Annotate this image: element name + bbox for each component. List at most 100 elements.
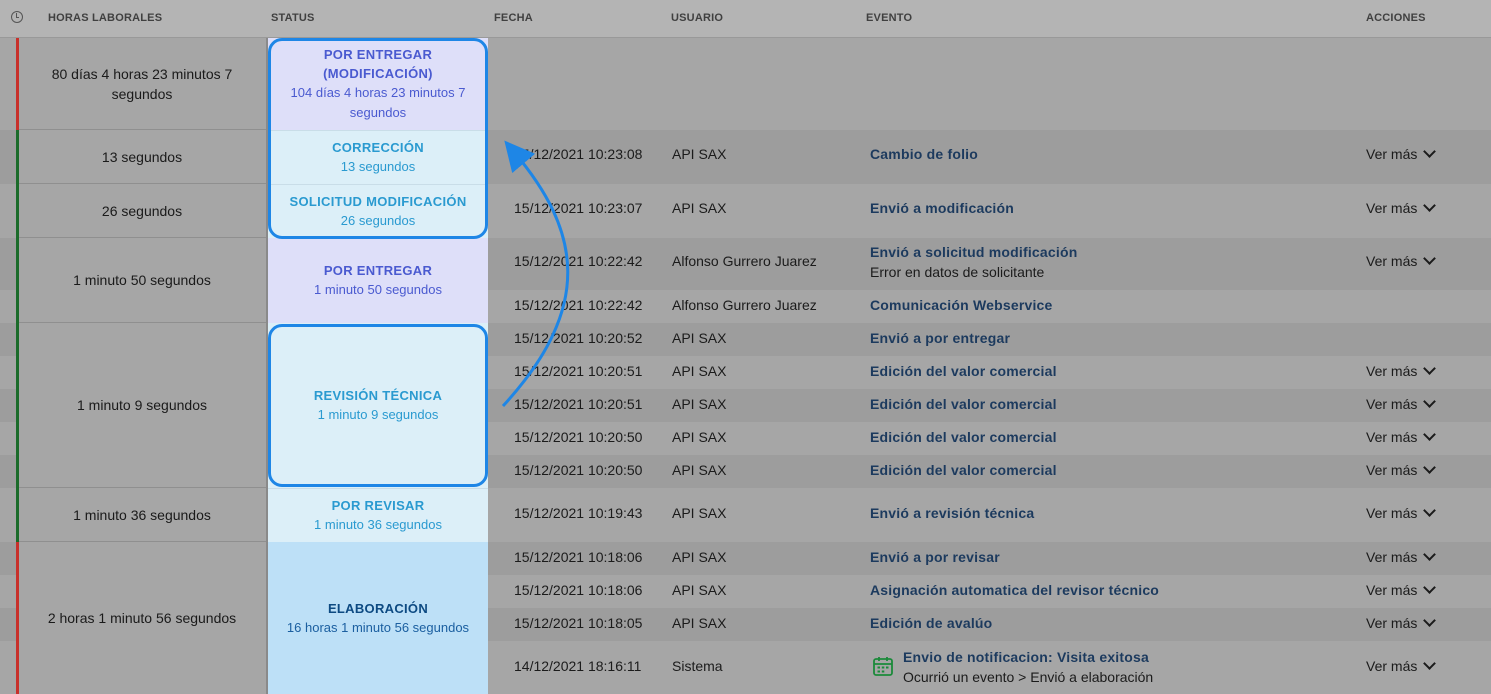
chevron-down-icon	[1423, 548, 1437, 561]
status-cell[interactable]: POR ENTREGAR 1 minuto 50 segundos	[268, 238, 488, 323]
event-date: 14/12/2021 18:16:11	[514, 658, 642, 674]
event-user: API SAX	[672, 582, 727, 598]
event-date: 15/12/2021 10:19:43	[514, 505, 643, 521]
ver-mas-button[interactable]: Ver más	[1366, 657, 1437, 674]
ver-mas-button[interactable]: Ver más	[1366, 252, 1437, 269]
event-date: 15/12/2021 10:20:51	[514, 396, 643, 412]
ver-mas-button[interactable]: Ver más	[1366, 548, 1437, 565]
event-date: 15/12/2021 10:22:42	[514, 297, 643, 313]
status-cell[interactable]: SOLICITUD MODIFICACIÓN 26 segundos	[268, 184, 488, 238]
status-title: ELABORACIÓN	[327, 600, 429, 616]
chevron-down-icon	[1423, 199, 1437, 212]
event-title: Comunicación Webservice	[870, 297, 1053, 313]
status-duration: 104 días 4 horas 23 minutos 7 segundos	[290, 85, 466, 120]
event-date: 15/12/2021 10:23:07	[514, 200, 643, 216]
event-user: API SAX	[672, 396, 727, 412]
header-status[interactable]: STATUS	[271, 12, 315, 24]
chevron-down-icon	[1423, 504, 1437, 517]
event-user: Alfonso Gurrero Juarez	[672, 253, 817, 269]
ver-mas-button[interactable]: Ver más	[1366, 581, 1437, 598]
hours-text: 2 horas 1 minuto 56 segundos	[47, 610, 237, 626]
event-user: API SAX	[672, 146, 727, 162]
status-bar-green	[16, 238, 19, 323]
event-title: Envió a por entregar	[870, 330, 1011, 346]
status-cell[interactable]: POR REVISAR 1 minuto 36 segundos	[268, 488, 488, 542]
event-user: API SAX	[672, 429, 727, 445]
ver-mas-button[interactable]: Ver más	[1366, 504, 1437, 521]
chevron-down-icon	[1423, 252, 1437, 265]
calendar-icon	[873, 657, 893, 676]
event-date: 15/12/2021 10:22:42	[514, 253, 643, 269]
status-duration: 1 minuto 50 segundos	[314, 282, 442, 297]
event-title: Envió a revisión técnica	[870, 505, 1035, 521]
hours-cell: 1 minuto 50 segundos	[17, 238, 267, 323]
status-cell[interactable]: POR ENTREGAR (MODIFICACIÓN) 104 días 4 h…	[268, 38, 488, 130]
status-bar-green	[16, 130, 19, 184]
status-title: POR ENTREGAR (MODIFICACIÓN)	[323, 47, 433, 81]
status-duration: 26 segundos	[340, 213, 416, 228]
ver-mas-label: Ver más	[1366, 462, 1418, 478]
ver-mas-button[interactable]: Ver más	[1366, 461, 1437, 478]
status-cell[interactable]: REVISIÓN TÉCNICA 1 minuto 9 segundos	[268, 323, 488, 488]
header-usuario[interactable]: USUARIO	[671, 12, 723, 24]
ver-mas-label: Ver más	[1366, 658, 1418, 674]
header-evento[interactable]: EVENTO	[866, 12, 912, 24]
header-acciones[interactable]: ACCIONES	[1366, 12, 1426, 24]
status-duration: 1 minuto 9 segundos	[317, 407, 439, 422]
status-bar-red	[16, 38, 19, 130]
event-date: 15/12/2021 10:20:50	[514, 462, 643, 478]
ver-mas-label: Ver más	[1366, 549, 1418, 565]
event-user: API SAX	[672, 549, 727, 565]
chevron-down-icon	[1423, 362, 1437, 375]
hours-cell: 1 minuto 9 segundos	[17, 323, 267, 488]
ver-mas-label: Ver más	[1366, 146, 1418, 162]
status-title: CORRECCIÓN	[332, 140, 424, 155]
header-horas-laborales[interactable]: HORAS LABORALES	[48, 12, 162, 24]
status-bar-green	[16, 323, 19, 488]
ver-mas-button[interactable]: Ver más	[1366, 428, 1437, 445]
event-date: 15/12/2021 10:23:08	[514, 146, 643, 162]
event-user: API SAX	[672, 462, 727, 478]
header-fecha[interactable]: FECHA	[494, 12, 533, 24]
chevron-down-icon	[1423, 428, 1437, 441]
status-bar-red	[16, 542, 19, 694]
event-title: Edición del valor comercial	[870, 363, 1057, 379]
table-header: HORAS LABORALES STATUS FECHA USUARIO EVE…	[0, 0, 1491, 38]
ver-mas-label: Ver más	[1366, 363, 1418, 379]
status-title: POR ENTREGAR	[323, 263, 433, 278]
event-user: API SAX	[672, 363, 727, 379]
ver-mas-button[interactable]: Ver más	[1366, 614, 1437, 631]
ver-mas-button[interactable]: Ver más	[1366, 362, 1437, 379]
hours-cell: 80 días 4 horas 23 minutos 7 segundos	[17, 38, 267, 130]
hours-cell: 1 minuto 36 segundos	[17, 488, 267, 542]
event-user: API SAX	[672, 615, 727, 631]
event-title: Edición del valor comercial	[870, 429, 1057, 445]
status-cell[interactable]: CORRECCIÓN 13 segundos	[268, 130, 488, 184]
chevron-down-icon	[1423, 461, 1437, 474]
ver-mas-button[interactable]: Ver más	[1366, 199, 1437, 216]
chevron-down-icon	[1423, 395, 1437, 408]
ver-mas-label: Ver más	[1366, 429, 1418, 445]
event-date: 15/12/2021 10:20:52	[514, 330, 643, 346]
event-date: 15/12/2021 10:18:05	[514, 615, 643, 631]
status-cell[interactable]: ELABORACIÓN 16 horas 1 minuto 56 segundo…	[268, 542, 488, 694]
status-duration: 1 minuto 36 segundos	[314, 517, 442, 532]
event-date: 15/12/2021 10:18:06	[514, 582, 643, 598]
hours-text: 1 minuto 50 segundos	[73, 272, 211, 288]
event-date: 15/12/2021 10:20:51	[514, 363, 643, 379]
ver-mas-button[interactable]: Ver más	[1366, 395, 1437, 412]
event-date: 15/12/2021 10:20:50	[514, 429, 643, 445]
hours-text: 13 segundos	[101, 148, 183, 165]
status-bar-green	[16, 184, 19, 238]
event-title: Edición de avalúo	[870, 615, 993, 631]
status-title: REVISIÓN TÉCNICA	[313, 388, 443, 403]
hours-text: 1 minuto 36 segundos	[73, 506, 211, 523]
status-duration: 16 horas 1 minuto 56 segundos	[286, 619, 470, 635]
event-user: API SAX	[672, 200, 727, 216]
chevron-down-icon	[1423, 581, 1437, 594]
event-title: Envió a por revisar	[870, 549, 1000, 565]
chevron-down-icon	[1423, 614, 1437, 627]
chevron-down-icon	[1423, 145, 1437, 158]
ver-mas-button[interactable]: Ver más	[1366, 145, 1437, 162]
hours-text: 80 días 4 horas 23 minutos 7 segundos	[51, 65, 233, 102]
